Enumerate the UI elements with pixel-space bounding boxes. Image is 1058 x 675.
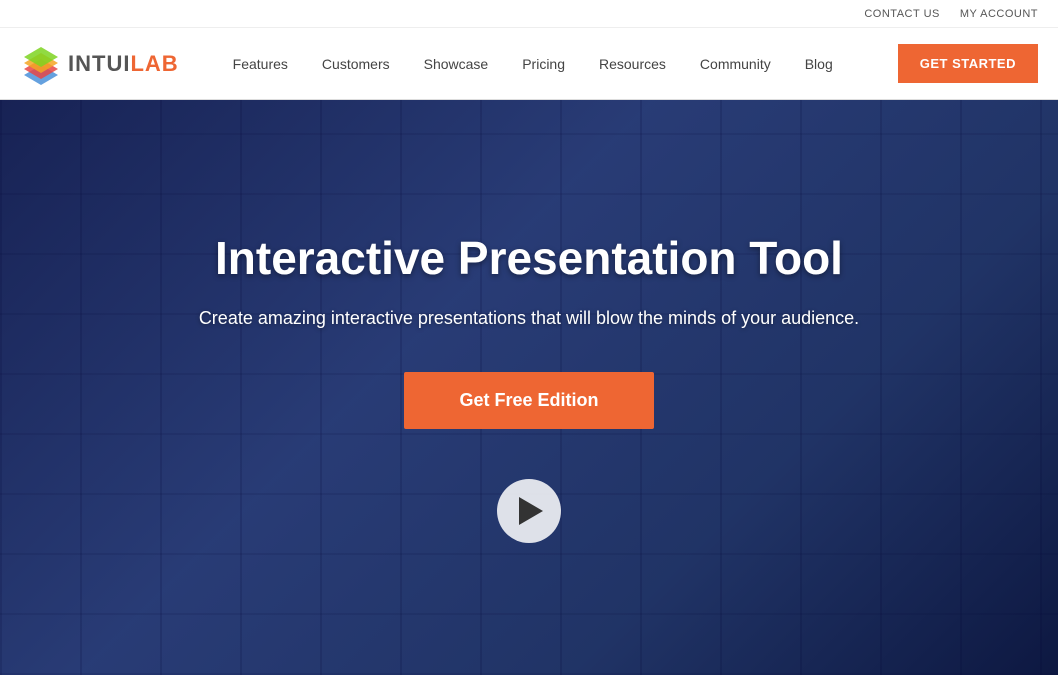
logo-link[interactable]: INTUILAB: [20, 43, 179, 85]
nav-links: Features Customers Showcase Pricing Reso…: [219, 48, 898, 80]
hero-section: Interactive Presentation Tool Create ama…: [0, 100, 1058, 675]
nav-community[interactable]: Community: [686, 48, 785, 80]
utility-bar: CONTACT US MY ACCOUNT: [0, 0, 1058, 28]
navbar: INTUILAB Features Customers Showcase Pri…: [0, 28, 1058, 100]
play-button[interactable]: [199, 479, 859, 543]
contact-us-link[interactable]: CONTACT US: [864, 8, 940, 20]
nav-customers[interactable]: Customers: [308, 48, 404, 80]
nav-blog[interactable]: Blog: [791, 48, 847, 80]
hero-subtitle: Create amazing interactive presentations…: [199, 305, 859, 332]
play-circle: [497, 479, 561, 543]
hero-content: Interactive Presentation Tool Create ama…: [179, 212, 879, 563]
logo-text: INTUILAB: [68, 51, 179, 77]
nav-features[interactable]: Features: [219, 48, 302, 80]
get-free-edition-button[interactable]: Get Free Edition: [404, 372, 653, 429]
get-started-button[interactable]: GET STARTED: [898, 44, 1038, 83]
hero-title: Interactive Presentation Tool: [199, 232, 859, 285]
nav-resources[interactable]: Resources: [585, 48, 680, 80]
nav-showcase[interactable]: Showcase: [410, 48, 503, 80]
logo-icon: [20, 43, 62, 85]
play-triangle-icon: [519, 497, 543, 525]
my-account-link[interactable]: MY ACCOUNT: [960, 8, 1038, 20]
nav-pricing[interactable]: Pricing: [508, 48, 579, 80]
